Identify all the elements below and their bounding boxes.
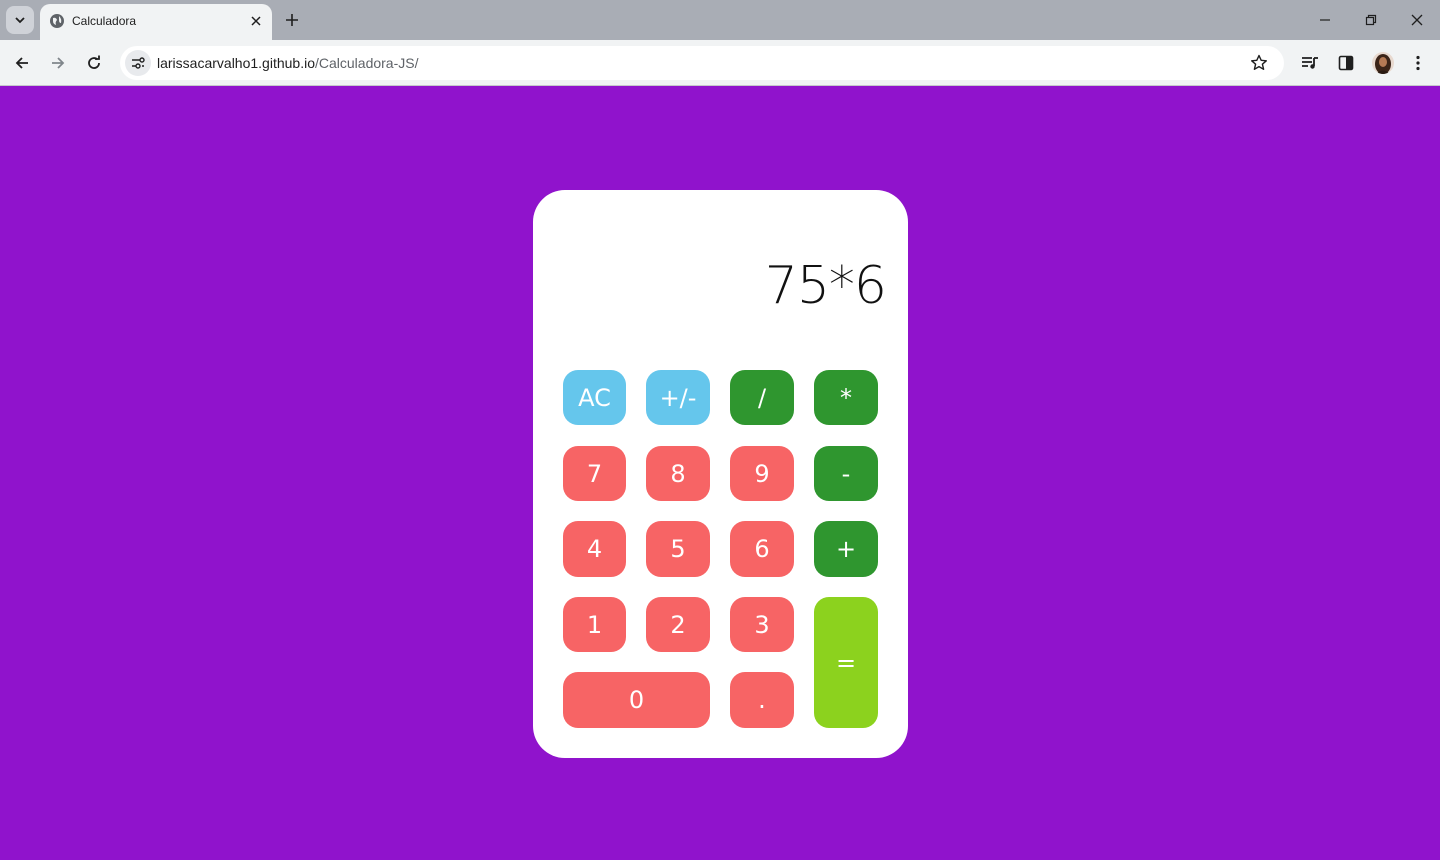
reload-button[interactable] xyxy=(81,50,107,76)
star-icon xyxy=(1251,54,1267,70)
site-settings-icon xyxy=(132,57,145,69)
digit-0-button[interactable]: 0 xyxy=(563,672,710,728)
browser-tab[interactable]: Calculadora xyxy=(40,4,272,40)
more-menu-button[interactable] xyxy=(1406,51,1430,75)
tab-strip: Calculadora xyxy=(0,0,1440,40)
digit-3-button[interactable]: 3 xyxy=(730,597,794,652)
close-icon xyxy=(1411,14,1423,26)
minimize-icon xyxy=(1320,19,1330,21)
calculator: 75*6 AC +/- / * 7 8 9 - 4 5 6 + 1 2 3 = … xyxy=(533,190,908,758)
equals-button[interactable]: = xyxy=(814,597,878,728)
forward-arrow-icon xyxy=(52,57,65,69)
digit-4-button[interactable]: 4 xyxy=(563,521,626,577)
avatar-image xyxy=(1375,54,1391,74)
digit-2-button[interactable]: 2 xyxy=(646,597,710,652)
tab-close-button[interactable] xyxy=(247,12,265,30)
url-text[interactable]: larissacarvalho1.github.io/Calculadora-J… xyxy=(157,55,418,71)
tab-search-icon xyxy=(15,17,25,24)
bookmark-button[interactable] xyxy=(1248,52,1270,74)
back-button[interactable] xyxy=(9,50,35,76)
plus-icon xyxy=(286,14,298,26)
calculator-display: 75*6 xyxy=(764,256,887,316)
new-tab-button[interactable] xyxy=(282,10,302,30)
reload-icon xyxy=(88,55,100,69)
tab-title: Calculadora xyxy=(72,14,137,28)
divide-button[interactable]: / xyxy=(730,370,794,425)
back-arrow-icon xyxy=(15,57,28,69)
tab-search-button[interactable] xyxy=(6,6,34,34)
minimize-button[interactable] xyxy=(1313,8,1337,32)
clear-button[interactable]: AC xyxy=(563,370,626,425)
site-settings-button[interactable] xyxy=(125,50,151,76)
close-icon xyxy=(251,16,261,26)
digit-1-button[interactable]: 1 xyxy=(563,597,626,652)
media-controls-button[interactable] xyxy=(1298,51,1322,75)
globe-icon xyxy=(50,14,64,28)
forward-button[interactable] xyxy=(45,50,71,76)
digit-7-button[interactable]: 7 xyxy=(563,446,626,501)
profile-avatar[interactable] xyxy=(1372,52,1394,74)
digit-6-button[interactable]: 6 xyxy=(730,521,794,577)
side-panel-button[interactable] xyxy=(1334,51,1358,75)
close-window-button[interactable] xyxy=(1405,8,1429,32)
side-panel-icon xyxy=(1338,55,1354,71)
digit-5-button[interactable]: 5 xyxy=(646,521,710,577)
decimal-point-button[interactable]: . xyxy=(730,672,794,728)
digit-9-button[interactable]: 9 xyxy=(730,446,794,501)
address-bar[interactable]: larissacarvalho1.github.io/Calculadora-J… xyxy=(120,46,1284,80)
url-path: /Calculadora-JS/ xyxy=(314,55,419,71)
url-host: larissacarvalho1.github.io xyxy=(157,55,315,71)
restore-icon xyxy=(1365,14,1377,26)
multiply-button[interactable]: * xyxy=(814,370,878,425)
subtract-button[interactable]: - xyxy=(814,446,878,501)
more-menu-icon xyxy=(1416,55,1420,71)
add-button[interactable]: + xyxy=(814,521,878,577)
restore-button[interactable] xyxy=(1359,8,1383,32)
media-controls-icon xyxy=(1302,57,1318,69)
browser-toolbar: larissacarvalho1.github.io/Calculadora-J… xyxy=(0,40,1440,86)
digit-8-button[interactable]: 8 xyxy=(646,446,710,501)
toggle-sign-button[interactable]: +/- xyxy=(646,370,710,425)
